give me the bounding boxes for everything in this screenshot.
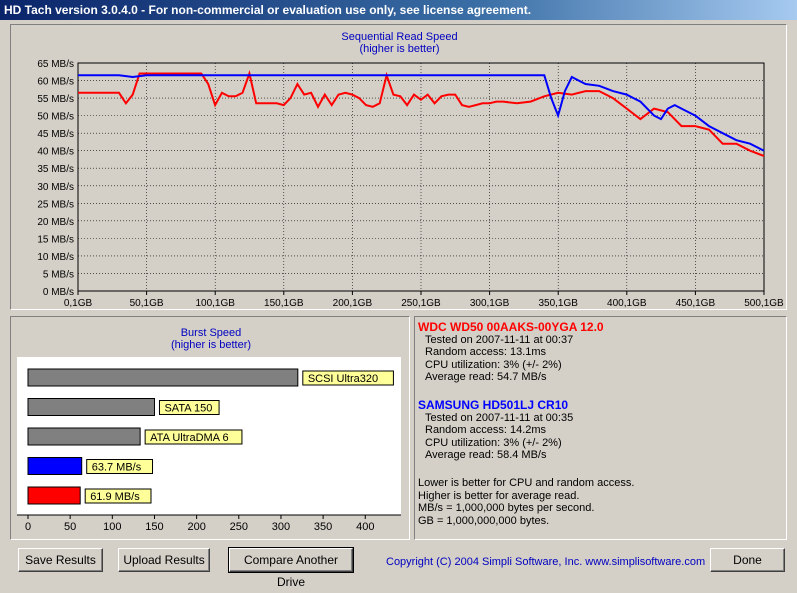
x-tick-label: 450,1GB — [676, 298, 716, 309]
drive1-info: WDC WD50 00AAKS-00YGA 12.0 Tested on 200… — [418, 321, 604, 384]
x-tick-label: 0,1GB — [64, 298, 93, 309]
y-tick-label: 60 MB/s — [37, 77, 74, 88]
burst-bar — [27, 398, 155, 416]
burst-bar — [27, 457, 83, 475]
note-line: MB/s = 1,000,000 bytes per second. — [418, 502, 595, 514]
x-tick-label: 300,1GB — [470, 298, 510, 309]
x-tick-label: 150,1GB — [264, 298, 304, 309]
note-line: Lower is better for CPU and random acces… — [418, 477, 635, 489]
burst-chart-panel: Burst Speed (higher is better) 0 50 100 150… — [10, 316, 410, 540]
burst-x-tick-label: 250 — [230, 521, 248, 533]
burst-speed-chart: 0 50 100 150 200 250 300 350 400 SCSI Ultra320 SAT… — [17, 357, 401, 533]
burst-x-tick-label: 0 — [25, 521, 31, 533]
drive2-cpu: CPU utilization: 3% (+/- 2%) — [425, 436, 562, 449]
x-tick-label: 50,1GB — [130, 298, 164, 309]
y-tick-label: 30 MB/s — [37, 182, 74, 193]
x-tick-label: 350,1GB — [538, 298, 578, 309]
upload-results-button[interactable]: Upload Results — [118, 548, 210, 572]
sequential-chart-panel: Sequential Read Speed (higher is better)… — [10, 24, 787, 310]
y-tick-label: 15 MB/s — [37, 234, 74, 245]
burst-bar-label: SATA 150 — [164, 403, 212, 415]
burst-x-tick-label: 300 — [272, 521, 290, 533]
burst-bar-label: 61.9 MB/s — [90, 491, 140, 503]
burst-bar-label: 63.7 MB/s — [92, 462, 142, 474]
done-button[interactable]: Done — [710, 548, 785, 572]
burst-x-tick-label: 200 — [187, 521, 205, 533]
x-tick-label: 200,1GB — [333, 298, 373, 309]
drive1-random-access: Random access: 13.1ms — [425, 346, 547, 358]
y-tick-label: 35 MB/s — [37, 164, 74, 175]
x-tick-label: 250,1GB — [401, 298, 441, 309]
drive1-tested: Tested on 2007-11-11 at 00:37 — [425, 333, 574, 346]
burst-bar — [27, 368, 299, 387]
drive1-name: WDC WD50 00AAKS-00YGA 12.0 — [418, 320, 604, 334]
burst-x-tick-label: 100 — [103, 521, 121, 533]
drive2-tested: Tested on 2007-11-11 at 00:35 — [425, 411, 574, 424]
y-tick-label: 40 MB/s — [37, 147, 74, 158]
x-tick-label: 100,1GB — [195, 298, 235, 309]
x-tick-label: 400,1GB — [607, 298, 647, 309]
compare-another-drive-button[interactable]: Compare Another Drive — [228, 547, 354, 589]
y-tick-label: 0 MB/s — [43, 287, 74, 298]
drive2-random-access: Random access: 14.2ms — [425, 424, 547, 436]
burst-x-tick-label: 150 — [145, 521, 163, 533]
sequential-read-chart: 0 MB/s 5 MB/s 10 MB/s 15 MB/s 20 MB/s 25 MB/s… — [37, 59, 784, 309]
window-title: HD Tach version 3.0.4.0 - For non-commer… — [0, 0, 797, 20]
burst-x-tick-label: 400 — [356, 521, 374, 533]
y-tick-label: 50 MB/s — [37, 112, 74, 123]
drive1-cpu: CPU utilization: 3% (+/- 2%) — [425, 358, 562, 371]
results-panel: WDC WD50 00AAKS-00YGA 12.0 Tested on 200… — [414, 316, 787, 540]
burst-x-tick-label: 50 — [64, 521, 76, 533]
drive1-average-read: Average read: 54.7 MB/s — [425, 371, 547, 383]
y-tick-label: 10 MB/s — [37, 252, 74, 263]
notes: Lower is better for CPU and random acces… — [418, 477, 634, 527]
y-tick-label: 25 MB/s — [37, 199, 74, 210]
burst-x-tick-label: 350 — [314, 521, 332, 533]
y-tick-label: 5 MB/s — [43, 269, 74, 280]
save-results-button[interactable]: Save Results — [18, 548, 103, 572]
x-tick-label: 500,1GB — [744, 298, 784, 309]
drive2-average-read: Average read: 58.4 MB/s — [425, 449, 547, 461]
copyright-text: Copyright (C) 2004 Simpli Software, Inc.… — [386, 556, 706, 568]
y-tick-label: 20 MB/s — [37, 217, 74, 228]
burst-bar — [27, 486, 81, 505]
y-tick-label: 65 MB/s — [37, 59, 74, 70]
drive2-info: SAMSUNG HD501LJ CR10 Tested on 2007-11-1… — [418, 399, 573, 462]
y-tick-label: 55 MB/s — [37, 94, 74, 105]
note-line: Higher is better for average read. — [418, 489, 580, 502]
burst-bar-label: SCSI Ultra320 — [308, 373, 378, 385]
burst-bar-label: ATA UltraDMA 6 — [150, 432, 228, 444]
note-line: GB = 1,000,000,000 bytes. — [418, 514, 550, 527]
drive2-name: SAMSUNG HD501LJ CR10 — [418, 398, 569, 412]
y-tick-label: 45 MB/s — [37, 129, 74, 140]
burst-bar — [27, 427, 141, 446]
